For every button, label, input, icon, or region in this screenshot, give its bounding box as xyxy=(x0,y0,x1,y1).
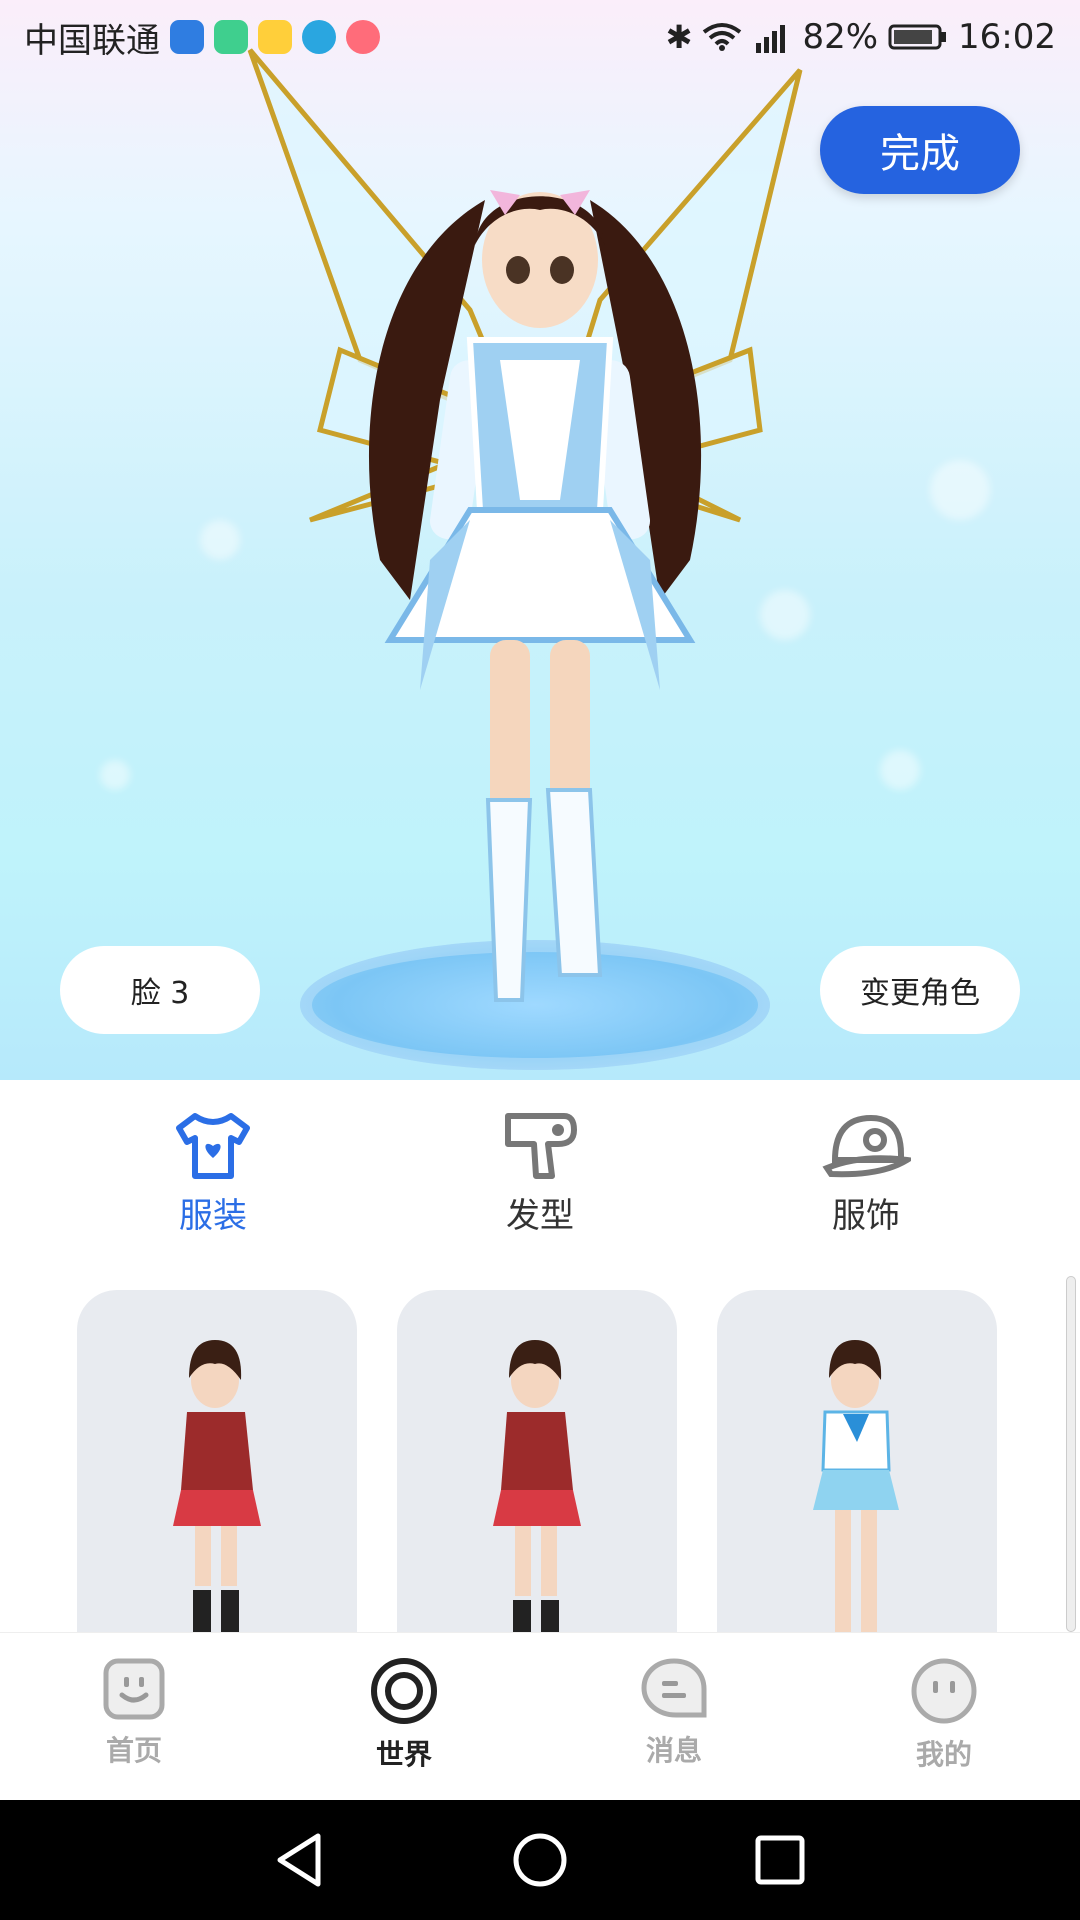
bluetooth-icon: ✱ xyxy=(665,18,693,56)
nav-profile-label: 我的 xyxy=(915,1738,972,1771)
wifi-icon xyxy=(703,23,742,51)
nav-messages[interactable]: 消息 xyxy=(604,1657,744,1769)
clock: 16:02 xyxy=(958,17,1056,57)
done-button[interactable]: 完成 xyxy=(820,106,1020,194)
tab-accessories-label: 服饰 xyxy=(832,1196,900,1236)
tab-hairstyle[interactable]: 发型 xyxy=(460,1110,620,1237)
play-app-icon xyxy=(258,20,292,54)
system-navigation-bar xyxy=(0,1800,1080,1920)
signal-icon xyxy=(756,25,786,53)
character-preview[interactable]: 完成 脸 3 变更角色 xyxy=(0,0,1080,1080)
outfit-scrollbar[interactable] xyxy=(1066,1276,1076,1632)
profile-face-icon xyxy=(911,1658,977,1724)
recents-square-icon[interactable] xyxy=(750,1830,810,1890)
nav-home[interactable]: 首页 xyxy=(64,1657,204,1769)
hair-dryer-icon xyxy=(505,1113,577,1179)
nav-profile[interactable]: 我的 xyxy=(874,1657,1014,1773)
cap-icon xyxy=(822,1114,911,1178)
outfit-card[interactable] xyxy=(77,1290,357,1632)
tab-clothing[interactable]: 服装 xyxy=(133,1110,293,1237)
outfit-card[interactable] xyxy=(397,1290,677,1632)
customization-categories: 服装 发型 服饰 xyxy=(0,1080,1080,1270)
change-role-button[interactable]: 变更角色 xyxy=(820,946,1020,1034)
k-app-icon xyxy=(302,20,336,54)
outfit-card[interactable] xyxy=(717,1290,997,1632)
tab-hairstyle-label: 发型 xyxy=(506,1196,574,1236)
back-icon[interactable] xyxy=(270,1830,330,1890)
nav-home-label: 首页 xyxy=(105,1734,162,1767)
home-circle-icon[interactable] xyxy=(510,1830,570,1890)
tshirt-icon xyxy=(176,1113,250,1179)
qu-app-icon xyxy=(214,20,248,54)
outfit-grid xyxy=(0,1270,1080,1632)
shield-app-icon xyxy=(170,20,204,54)
nav-messages-label: 消息 xyxy=(645,1734,702,1767)
home-face-icon xyxy=(103,1658,165,1720)
tab-clothing-label: 服装 xyxy=(179,1196,247,1236)
outfit-preview-red-blazer xyxy=(173,1340,261,1632)
outfit-preview-red-blazer-2 xyxy=(493,1340,581,1632)
battery-icon xyxy=(888,24,947,50)
flower-app-icon xyxy=(346,20,380,54)
nav-world-label: 世界 xyxy=(375,1738,432,1771)
battery-percentage: 82% xyxy=(802,17,879,57)
face-selector-button[interactable]: 脸 3 xyxy=(60,946,260,1034)
tab-accessories[interactable]: 服饰 xyxy=(786,1110,946,1237)
world-target-icon xyxy=(371,1658,437,1724)
nav-world[interactable]: 世界 xyxy=(334,1657,474,1773)
status-bar: 中国联通 ✱ 82% 16:02 xyxy=(0,0,1080,74)
carrier-label: 中国联通 xyxy=(24,20,160,61)
bottom-navigation: 首页 世界 消息 我的 xyxy=(0,1632,1080,1801)
outfit-preview-sailor xyxy=(813,1340,899,1632)
message-bubble-icon xyxy=(641,1658,707,1718)
